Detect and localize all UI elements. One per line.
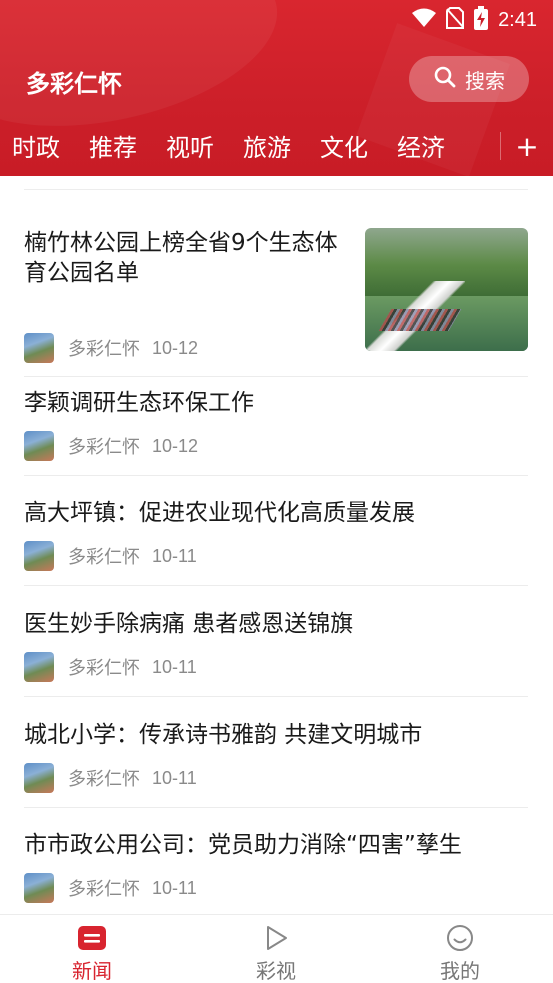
news-list: 楠竹林公园上榜全省9个生态体育公园名单 多彩仁怀 10-12 李颖调研生态环保工… (0, 176, 553, 914)
news-date: 10-11 (152, 767, 197, 788)
news-date: 10-11 (152, 656, 197, 677)
news-date: 10-12 (152, 337, 199, 358)
nav-mine-label: 我的 (440, 959, 480, 983)
smiley-icon (445, 923, 475, 953)
wifi-icon (412, 8, 437, 32)
no-sim-icon (446, 7, 465, 33)
app-title: 多彩仁怀 (26, 70, 122, 98)
news-title: 楠竹林公园上榜全省9个生态体育公园名单 (24, 230, 338, 286)
source-avatar (24, 431, 54, 461)
news-title: 李颖调研生态环保工作 (24, 390, 254, 416)
list-item[interactable]: 李颖调研生态环保工作 多彩仁怀 10-12 (24, 388, 528, 476)
source-avatar (24, 763, 54, 793)
tab-wenhua[interactable]: 文化 (320, 128, 368, 163)
tab-jingji[interactable]: 经济 (397, 128, 445, 163)
nav-mine[interactable]: 我的 (400, 915, 520, 983)
nav-news-label: 新闻 (72, 959, 112, 983)
news-title: 医生妙手除病痛 患者感恩送锦旗 (24, 611, 354, 637)
list-item[interactable]: 高大坪镇：促进农业现代化高质量发展 多彩仁怀 10-11 (24, 498, 528, 586)
list-item[interactable] (24, 176, 528, 190)
news-icon (77, 923, 107, 953)
list-item[interactable]: 楠竹林公园上榜全省9个生态体育公园名单 多彩仁怀 10-12 (24, 228, 528, 377)
list-item[interactable]: 医生妙手除病痛 患者感恩送锦旗 多彩仁怀 10-11 (24, 609, 528, 697)
channel-tabs: 时政 推荐 视听 旅游 文化 经济 + (0, 120, 553, 172)
nav-caishi[interactable]: 彩视 (216, 915, 336, 983)
source-avatar (24, 333, 54, 363)
list-item[interactable]: 市市政公用公司：党员助力消除“四害”孳生 多彩仁怀 10-11 (24, 830, 528, 914)
status-bar: 2:41 (0, 0, 553, 40)
news-source: 多彩仁怀 (68, 437, 140, 458)
status-time: 2:41 (498, 8, 537, 31)
add-channel-button[interactable]: + (501, 120, 553, 172)
news-date: 10-11 (152, 877, 197, 898)
news-source: 多彩仁怀 (68, 339, 140, 360)
nav-news[interactable]: 新闻 (32, 915, 152, 983)
play-icon (261, 923, 291, 953)
tab-lvyou[interactable]: 旅游 (243, 128, 291, 163)
search-icon (433, 65, 457, 93)
news-thumbnail (365, 228, 528, 351)
nav-caishi-label: 彩视 (256, 959, 296, 983)
bottom-nav: 新闻 彩视 我的 (0, 914, 553, 983)
tab-shizheng[interactable]: 时政 (12, 128, 60, 163)
news-source: 多彩仁怀 (68, 769, 140, 790)
news-title: 城北小学：传承诗书雅韵 共建文明城市 (24, 722, 423, 748)
news-title: 市市政公用公司：党员助力消除“四害”孳生 (24, 832, 462, 858)
source-avatar (24, 541, 54, 571)
battery-charging-icon (474, 6, 489, 34)
news-source: 多彩仁怀 (68, 879, 140, 900)
news-source: 多彩仁怀 (68, 547, 140, 568)
source-avatar (24, 873, 54, 903)
news-date: 10-12 (152, 435, 199, 456)
search-label: 搜索 (465, 68, 505, 93)
header: 2:41 多彩仁怀 搜索 时政 推荐 视听 旅游 文化 经济 + (0, 0, 553, 176)
news-date: 10-11 (152, 545, 197, 566)
source-avatar (24, 652, 54, 682)
news-source: 多彩仁怀 (68, 658, 140, 679)
tab-shiting[interactable]: 视听 (166, 128, 214, 163)
tab-tuijian[interactable]: 推荐 (89, 128, 137, 163)
news-title: 高大坪镇：促进农业现代化高质量发展 (24, 500, 415, 526)
list-item[interactable]: 城北小学：传承诗书雅韵 共建文明城市 多彩仁怀 10-11 (24, 720, 528, 808)
search-button[interactable]: 搜索 (409, 56, 529, 102)
